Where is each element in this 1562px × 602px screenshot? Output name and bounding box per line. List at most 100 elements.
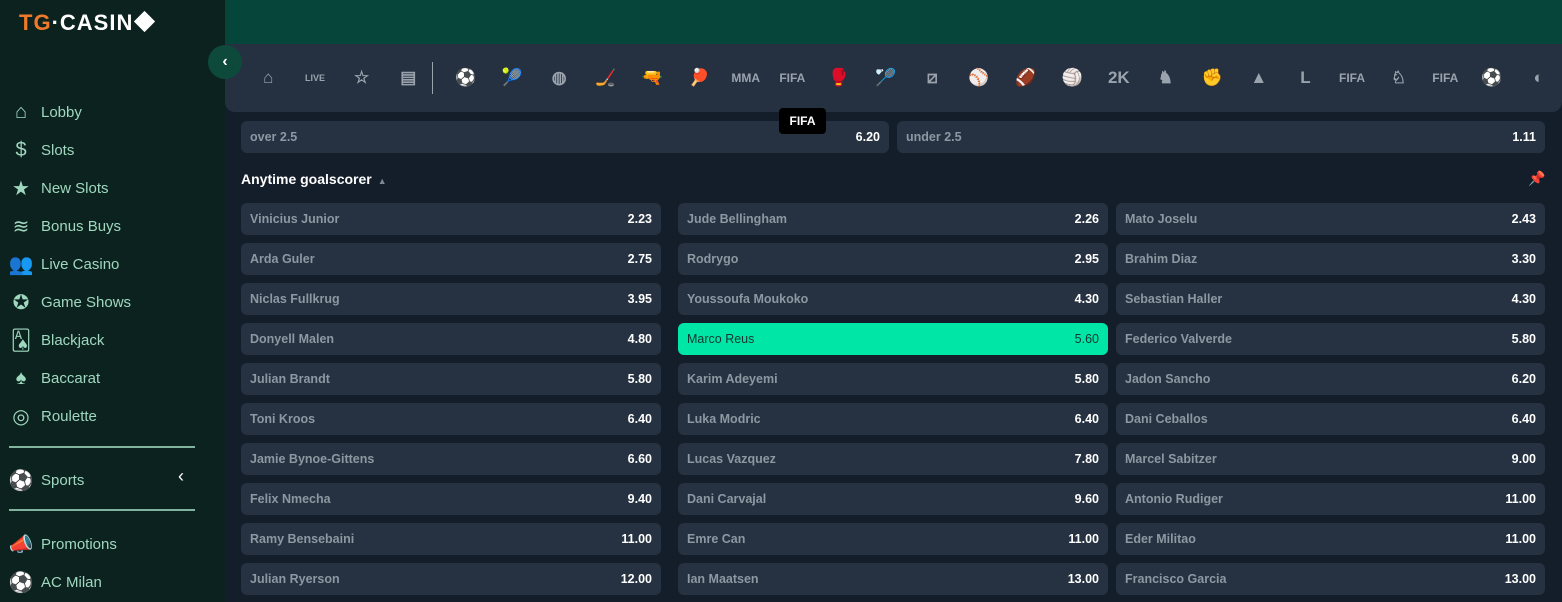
sidebar: TG·CASIN ⌂ Lobby $ Slots ★ New Slots ≋ Bonus Bu… — [0, 0, 225, 602]
sidebar-item-bonus-buys[interactable]: ≋ Bonus Buys — [9, 207, 199, 245]
odds-under[interactable]: under 2.5 1.11 — [897, 121, 1545, 153]
selection-button[interactable]: Sebastian Haller 4.30 — [1116, 283, 1545, 315]
player-name: Rodrygo — [687, 252, 739, 266]
odds-value: 1.11 — [1512, 130, 1536, 144]
volleyball-icon[interactable]: 🏐 — [1049, 68, 1096, 88]
sidebar-item-lobby[interactable]: ⌂ Lobby — [9, 93, 199, 131]
selection-button[interactable]: Francisco Garcia 13.00 — [1116, 563, 1545, 595]
player-name: Donyell Malen — [250, 332, 335, 346]
selection-button[interactable]: Rodrygo 2.95 — [678, 243, 1108, 275]
selection-button[interactable]: Julian Brandt 5.80 — [241, 363, 661, 395]
home-icon[interactable]: ⌂ — [245, 68, 292, 88]
selection-button[interactable]: Dani Carvajal 9.60 — [678, 483, 1108, 515]
dota-icon[interactable]: ⧄ — [909, 68, 956, 88]
selection-button[interactable]: Arda Guler 2.75 — [241, 243, 661, 275]
selection-button[interactable]: Emre Can 11.00 — [678, 523, 1108, 555]
tennis-icon[interactable]: 🎾 — [489, 68, 536, 88]
sidebar-item-label: Promotions — [41, 535, 117, 553]
mma-icon[interactable]: MMA — [722, 71, 769, 85]
selection-button[interactable]: Marco Reus 5.60 — [678, 323, 1108, 355]
megaphone-icon: 📣 — [8, 533, 34, 556]
selection-button[interactable]: Antonio Rudiger 11.00 — [1116, 483, 1545, 515]
live-icon[interactable]: LIVE — [292, 73, 339, 83]
selection-button[interactable]: Felix Nmecha 9.40 — [241, 483, 661, 515]
collapse-triangle-icon: ▲ — [377, 176, 387, 186]
player-name: Jude Bellingham — [687, 212, 788, 226]
selection-button[interactable]: Donyell Malen 4.80 — [241, 323, 661, 355]
divider — [9, 446, 195, 448]
more-sport-icon[interactable]: ◐ — [1515, 68, 1562, 88]
boxing-icon[interactable]: 🥊 — [816, 68, 863, 88]
selection-button[interactable]: Luka Modric 6.40 — [678, 403, 1108, 435]
star-icon[interactable]: ☆ — [338, 68, 385, 88]
selection-button[interactable]: Karim Adeyemi 5.80 — [678, 363, 1108, 395]
player-name: Luka Modric — [687, 412, 761, 426]
counter-strike-icon[interactable]: 🔫 — [629, 68, 676, 88]
odds-value: 4.30 — [1511, 292, 1536, 306]
odds-value: 5.80 — [1511, 332, 1536, 346]
sidebar-item-new-slots[interactable]: ★ New Slots — [9, 169, 199, 207]
selection-button[interactable]: Youssoufa Moukoko 4.30 — [678, 283, 1108, 315]
sidebar-item-game-shows[interactable]: ✪ Game Shows — [9, 283, 199, 321]
handball-icon[interactable]: ⚽ — [1469, 68, 1516, 88]
odds-label: over 2.5 — [250, 130, 298, 144]
nba2k-icon[interactable]: 2K — [1096, 68, 1143, 88]
sidebar-item-baccarat[interactable]: ♠ Baccarat — [9, 359, 199, 397]
odds-value: 4.80 — [627, 332, 652, 346]
selection-button[interactable]: Lucas Vazquez 7.80 — [678, 443, 1108, 475]
sidebar-item-promotions[interactable]: 📣 Promotions — [9, 525, 199, 563]
dollar-icon: $ — [15, 138, 27, 161]
sidebar-item-ac-milan[interactable]: ⚽ AC Milan — [9, 563, 199, 601]
sidebar-item-roulette[interactable]: ◎ Roulette — [9, 397, 199, 435]
selection-button[interactable]: Federico Valverde 5.80 — [1116, 323, 1545, 355]
odds-value: 2.43 — [1511, 212, 1536, 226]
sidebar-item-label: Sports — [41, 471, 85, 489]
ice-hockey-icon[interactable]: 🏒 — [582, 68, 629, 88]
betslip-icon[interactable]: ▤ — [385, 68, 432, 88]
fifa-icon[interactable]: FIFA — [769, 71, 816, 85]
snooker-icon[interactable]: ▲ — [1235, 68, 1282, 88]
player-name: Federico Valverde — [1125, 332, 1233, 346]
odds-value: 2.23 — [627, 212, 652, 226]
fist-icon[interactable]: ✊ — [1189, 68, 1236, 88]
logo[interactable]: TG·CASIN — [19, 10, 156, 36]
basketball-icon[interactable]: ◍ — [536, 68, 583, 88]
sidebar-item-sports[interactable]: ⚽ Sports — [9, 461, 199, 499]
selection-button[interactable]: Niclas Fullkrug 3.95 — [241, 283, 661, 315]
baseball-icon[interactable]: ⚾ — [956, 68, 1003, 88]
selection-button[interactable]: Jude Bellingham 2.26 — [678, 203, 1108, 235]
collapse-sidebar-button[interactable]: ‹ — [208, 45, 242, 79]
pin-icon[interactable]: 📌 — [1528, 170, 1545, 187]
odds-value: 9.60 — [1074, 492, 1099, 506]
selection-button[interactable]: Ramy Bensebaini 11.00 — [241, 523, 661, 555]
selection-button[interactable]: Mato Joselu 2.43 — [1116, 203, 1545, 235]
selection-button[interactable]: Toni Kroos 6.40 — [241, 403, 661, 435]
lol-icon[interactable]: L — [1282, 68, 1329, 88]
selection-button[interactable]: Dani Ceballos 6.40 — [1116, 403, 1545, 435]
spade-icon: ♠ — [15, 366, 27, 389]
selection-button[interactable]: Marcel Sabitzer 9.00 — [1116, 443, 1545, 475]
badminton-icon[interactable]: 🏸 — [862, 68, 909, 88]
selection-button[interactable]: Jadon Sancho 6.20 — [1116, 363, 1545, 395]
table-tennis-icon[interactable]: 🏓 — [676, 68, 723, 88]
soccer-ball-icon: ⚽ — [8, 571, 34, 594]
selection-button[interactable]: Ian Maatsen 13.00 — [678, 563, 1108, 595]
sidebar-item-blackjack[interactable]: 🂡 Blackjack — [9, 321, 199, 359]
soccer-icon[interactable]: ⚽ — [443, 68, 490, 88]
selection-button[interactable]: Jamie Bynoe-Gittens 6.60 — [241, 443, 661, 475]
selection-button[interactable]: Eder Militao 11.00 — [1116, 523, 1545, 555]
volta-fifa-icon[interactable]: FIFA — [1329, 71, 1376, 85]
cards-icon: 🂡 — [10, 329, 32, 352]
horse-24-icon[interactable]: ♘ — [1375, 68, 1422, 88]
market-title[interactable]: Anytime goalscorer ▲ — [241, 171, 387, 187]
horse-racing-icon[interactable]: ♞ — [1142, 68, 1189, 88]
odds-value: 2.75 — [627, 252, 652, 266]
sidebar-item-live-casino[interactable]: 👥 Live Casino — [9, 245, 199, 283]
american-football-icon[interactable]: 🏈 — [1002, 68, 1049, 88]
chevron-left-icon[interactable]: ‹ — [178, 466, 184, 487]
selection-button[interactable]: Vinicius Junior 2.23 — [241, 203, 661, 235]
selection-button[interactable]: Brahim Diaz 3.30 — [1116, 243, 1545, 275]
selection-button[interactable]: Julian Ryerson 12.00 — [241, 563, 661, 595]
penalty-fifa-icon[interactable]: FIFA — [1422, 71, 1469, 85]
sidebar-item-slots[interactable]: $ Slots — [9, 131, 199, 169]
